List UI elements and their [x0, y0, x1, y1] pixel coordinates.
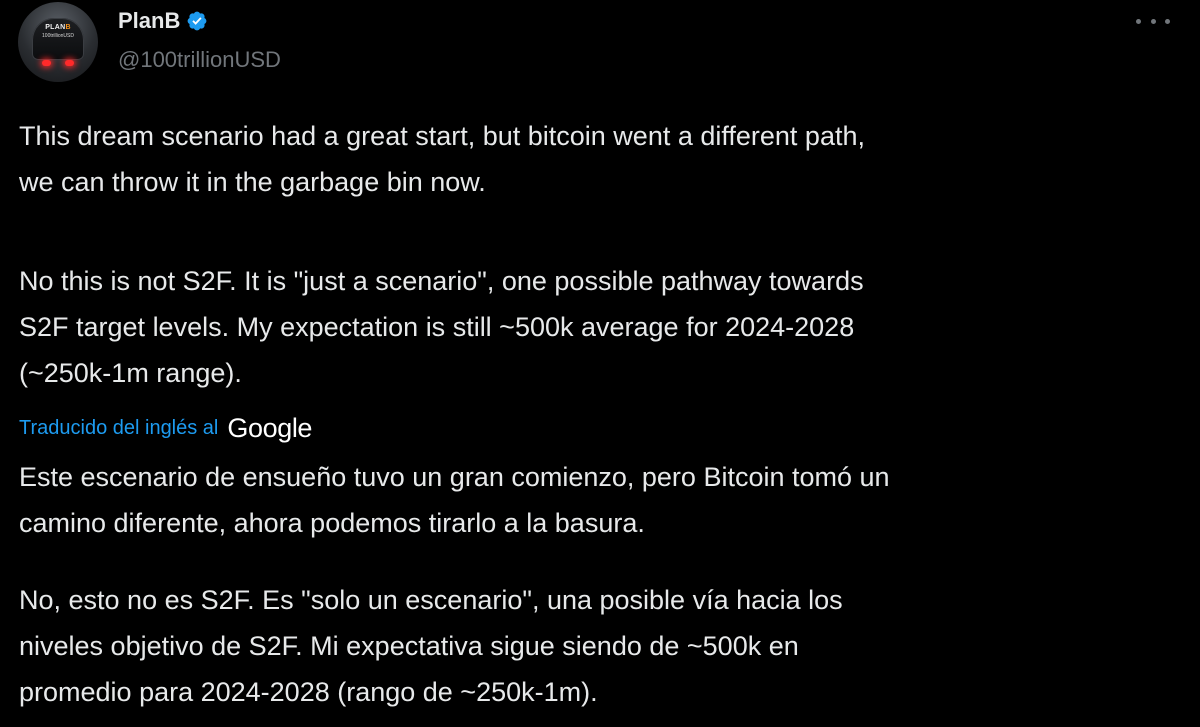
avatar-cap-bitcoin-b: B — [65, 24, 71, 31]
google-logo: Google — [227, 412, 313, 443]
more-dot — [1165, 18, 1170, 24]
author-name-row: PlanB — [118, 6, 208, 36]
verified-badge-icon[interactable] — [186, 10, 208, 32]
avatar[interactable]: PLANB 100trillionUSD — [18, 2, 98, 82]
avatar-eye-right — [65, 60, 74, 66]
more-dot — [1150, 18, 1156, 24]
avatar-eye-left — [42, 60, 51, 66]
more-horizontal-icon[interactable] — [1136, 10, 1170, 32]
translated-text-paragraph-1: Este escenario de ensueño tuvo un gran c… — [19, 462, 890, 538]
tweet-text-paragraph-1: This dream scenario had a great start, b… — [19, 121, 865, 197]
translated-from-link[interactable]: Traducido del inglés al — [19, 417, 218, 440]
translation-attribution: Traducido del inglés al Google — [19, 411, 312, 445]
tweet: PLANB 100trillionUSD PlanB @100trillionU… — [0, 0, 1200, 727]
avatar-cap-prefix: PLAN — [45, 24, 66, 31]
author-handle[interactable]: @100trillionUSD — [118, 46, 281, 74]
avatar-cap-text: PLANB — [18, 24, 98, 31]
avatar-cap-subtext: 100trillionUSD — [42, 33, 74, 39]
tweet-text-paragraph-2: No this is not S2F. It is "just a scenar… — [19, 266, 864, 388]
author-display-name[interactable]: PlanB — [118, 7, 180, 35]
translated-text-paragraph-2: No, esto no es S2F. Es "solo un escenari… — [19, 585, 843, 707]
more-dot — [1136, 18, 1141, 24]
